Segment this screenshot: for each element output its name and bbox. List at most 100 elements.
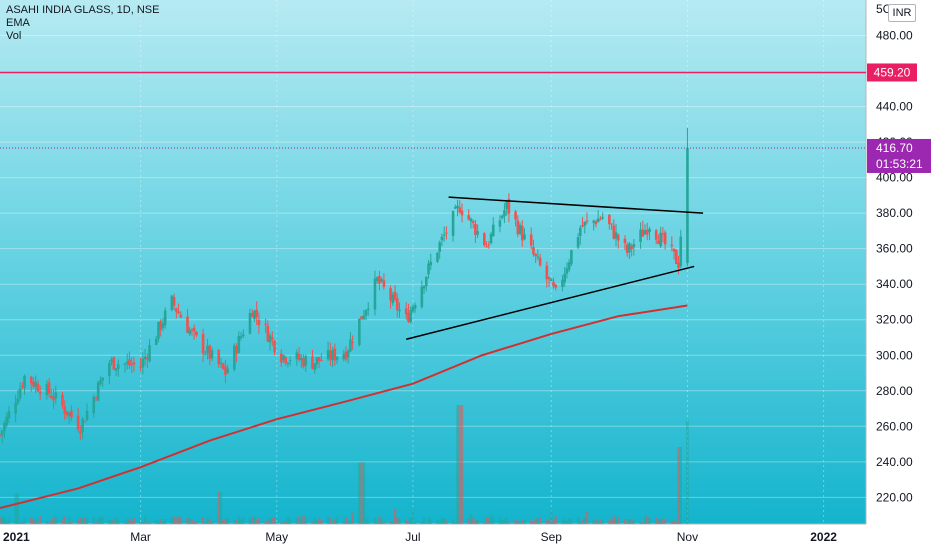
vol-legend-label[interactable]: Vol	[6, 30, 159, 43]
last-price-text: 416.70	[876, 141, 913, 155]
volume-bar	[389, 521, 392, 524]
volume-bar	[67, 516, 71, 524]
volume-bar	[628, 519, 631, 524]
candle-body	[139, 366, 142, 368]
candle-body	[110, 359, 113, 363]
candle-body	[85, 410, 89, 421]
volume-bar	[451, 519, 455, 524]
volume-bar	[268, 517, 272, 524]
candle-body	[21, 385, 24, 388]
candle-body	[54, 392, 58, 399]
volume-bar	[561, 520, 564, 524]
price-tick-label: 300.00	[876, 348, 913, 362]
ema-legend-label[interactable]: EMA	[6, 17, 159, 30]
volume-bar	[679, 447, 682, 524]
volume-bar	[570, 519, 573, 524]
candle-body	[317, 357, 321, 362]
chart-stage[interactable]: 480.00440.00420.00400.00380.00360.00340.…	[0, 0, 932, 550]
candle-body	[612, 225, 616, 239]
volume-bar	[233, 519, 236, 524]
volume-bar	[518, 520, 522, 524]
volume-bar	[117, 519, 120, 524]
currency-button[interactable]: INR	[888, 4, 916, 22]
volume-bar	[297, 516, 301, 524]
volume-bar	[378, 516, 381, 524]
volume-bar	[608, 520, 611, 524]
volume-bar	[489, 514, 493, 524]
candle-body	[114, 368, 118, 371]
candle-body	[663, 232, 667, 245]
volume-bar	[139, 522, 142, 524]
volume-bar	[552, 520, 555, 524]
price-tick-label: 260.00	[876, 419, 913, 433]
time-tick-label: Sep	[541, 530, 563, 544]
volume-bar	[469, 513, 473, 524]
candle-body	[157, 322, 160, 339]
candle-body	[65, 411, 69, 416]
candle-body	[112, 357, 116, 370]
volume-bar	[536, 518, 540, 524]
volume-bar	[239, 519, 243, 524]
candle-body	[315, 357, 319, 365]
candle-body	[536, 256, 540, 258]
candle-body	[16, 398, 20, 404]
volume-bar	[467, 518, 470, 524]
candle-body	[67, 412, 71, 416]
volume-bar	[264, 522, 267, 524]
candle-body	[674, 250, 678, 264]
price-tick-label: 340.00	[876, 277, 913, 291]
volume-bar	[344, 517, 348, 524]
candle-body	[34, 382, 38, 388]
candle-body	[297, 353, 301, 360]
candle-body	[342, 354, 346, 360]
volume-bar	[34, 518, 37, 524]
volume-bar	[99, 516, 102, 524]
volume-bar	[177, 516, 180, 524]
candle-body	[188, 329, 192, 334]
volume-bar	[581, 519, 584, 524]
volume-bar	[206, 517, 209, 524]
volume-bar	[516, 520, 520, 524]
volume-bar	[380, 519, 383, 524]
candle-body	[141, 358, 145, 368]
volume-bar	[65, 522, 69, 524]
volume-bar	[302, 515, 305, 524]
volume-bar	[646, 516, 649, 524]
volume-bar	[498, 516, 502, 524]
volume-bar	[157, 521, 160, 524]
candle-body	[476, 231, 479, 235]
candle-body	[538, 257, 542, 266]
volume-bar	[427, 516, 430, 524]
candle-body	[186, 316, 189, 333]
candle-body	[670, 244, 674, 247]
candle-body	[248, 313, 252, 334]
candle-body	[409, 310, 412, 323]
volume-bar	[351, 512, 354, 524]
volume-bar	[190, 519, 194, 524]
volume-bar	[286, 516, 290, 524]
symbol-title[interactable]: ASAHI INDIA GLASS, 1D, NSE	[6, 4, 159, 17]
volume-bar	[273, 517, 276, 524]
candle-body	[373, 278, 377, 310]
volume-bar	[161, 521, 165, 524]
candle-body	[70, 410, 73, 418]
volume-bar	[670, 521, 674, 524]
candle-body	[585, 220, 589, 222]
volume-bar	[456, 405, 459, 524]
candle-body	[366, 308, 370, 310]
volume-bar	[16, 493, 20, 524]
price-chart[interactable]: 480.00440.00420.00400.00380.00360.00340.…	[0, 0, 932, 550]
candle-body	[451, 211, 455, 236]
candle-body	[36, 383, 40, 392]
candle-body	[286, 362, 290, 364]
volume-bar	[61, 519, 64, 524]
volume-bar	[143, 516, 147, 524]
volume-bar	[282, 521, 285, 524]
volume-bar	[661, 519, 665, 524]
candle-body	[672, 248, 676, 252]
volume-bar	[610, 519, 613, 524]
candle-body	[679, 236, 683, 267]
volume-bar	[382, 522, 386, 524]
candle-body	[331, 350, 334, 361]
candle-body	[364, 309, 368, 316]
